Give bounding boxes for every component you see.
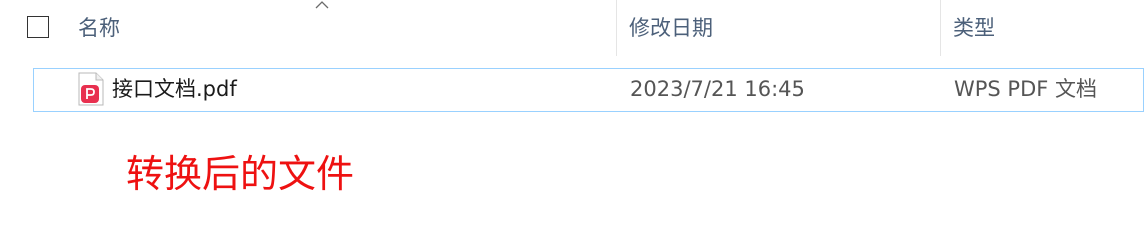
column-header-bar: 名称 修改日期 类型 xyxy=(0,0,1144,56)
file-modified-date: 2023/7/21 16:45 xyxy=(630,77,805,101)
annotation-caption: 转换后的文件 xyxy=(126,152,355,196)
column-header-type[interactable]: 类型 xyxy=(953,14,995,42)
column-header-name[interactable]: 名称 xyxy=(78,14,120,42)
up-caret-icon[interactable] xyxy=(314,0,330,10)
file-row[interactable]: 接口文档.pdf 2023/7/21 16:45 WPS PDF 文档 xyxy=(33,68,1144,112)
select-all-checkbox[interactable] xyxy=(27,16,49,38)
wps-pdf-file-icon xyxy=(78,72,104,106)
column-divider[interactable] xyxy=(940,0,941,56)
column-divider[interactable] xyxy=(616,0,617,56)
file-type: WPS PDF 文档 xyxy=(954,77,1098,101)
file-name[interactable]: 接口文档.pdf xyxy=(112,75,237,103)
column-header-modified[interactable]: 修改日期 xyxy=(629,14,713,42)
